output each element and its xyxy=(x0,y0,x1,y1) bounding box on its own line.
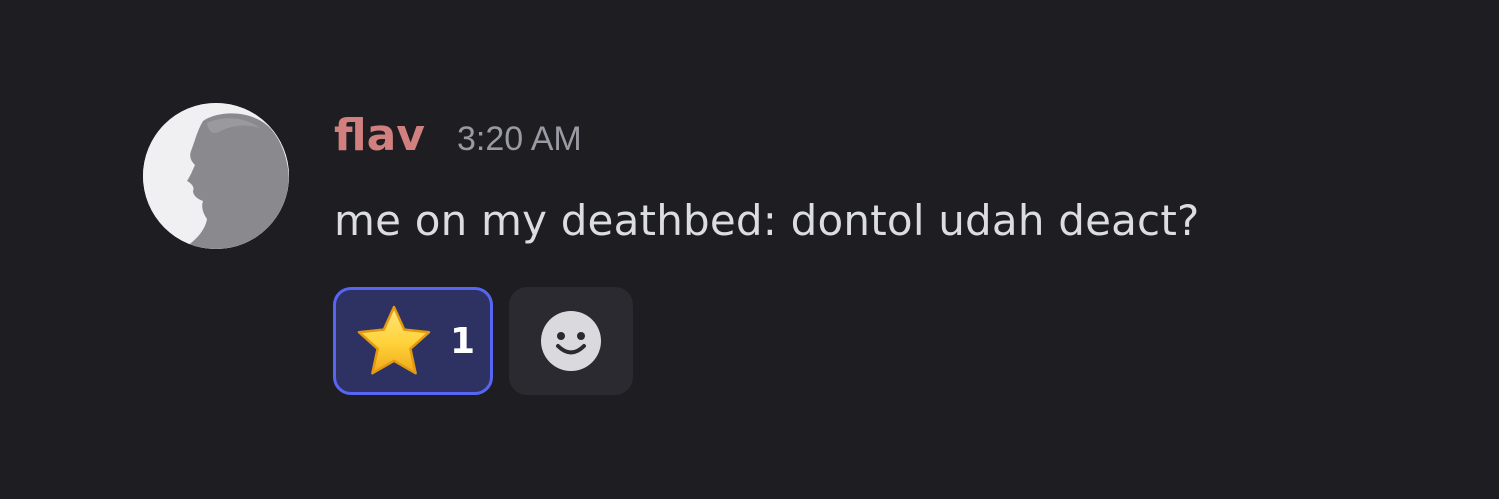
smiley-face-icon xyxy=(541,311,601,371)
reaction-count: 1 xyxy=(450,320,476,362)
silhouette-avatar-image xyxy=(143,103,289,249)
reaction-bar: 1 xyxy=(333,287,633,395)
username[interactable]: flav xyxy=(334,110,425,161)
message-header: flav 3:20 AM xyxy=(334,110,582,180)
star-reaction-button[interactable]: 1 xyxy=(333,287,493,395)
avatar[interactable] xyxy=(143,103,289,249)
add-reaction-button[interactable] xyxy=(509,287,633,395)
message-content: me on my deathbed: dontol udah deact? xyxy=(334,196,1200,245)
timestamp[interactable]: 3:20 AM xyxy=(457,120,582,159)
star-icon xyxy=(357,305,431,375)
chat-message: flav 3:20 AM me on my deathbed: dontol u… xyxy=(0,0,1499,499)
